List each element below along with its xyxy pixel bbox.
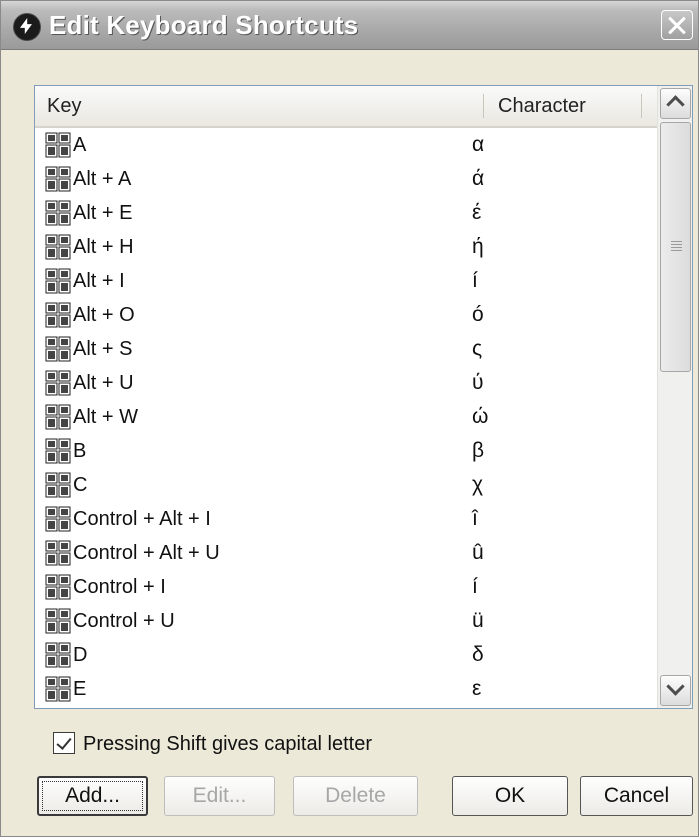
list-item[interactable]: Alt + W ώ: [35, 400, 657, 434]
list-item[interactable]: Alt + I í: [35, 264, 657, 298]
list-item[interactable]: Alt + U ύ: [35, 366, 657, 400]
shortcut-key: A: [73, 134, 87, 156]
keyboard-icon: [45, 370, 71, 396]
keyboard-icon: [45, 336, 71, 362]
column-divider[interactable]: [641, 94, 642, 118]
shortcut-key: Alt + A: [73, 168, 132, 190]
column-divider[interactable]: [483, 94, 484, 118]
keyboard-icon: [45, 574, 71, 600]
add-button[interactable]: Add...: [37, 776, 148, 816]
keyboard-icon: [45, 200, 71, 226]
list-header: Key Character: [35, 86, 657, 128]
window-title: Edit Keyboard Shortcuts: [49, 10, 359, 40]
edit-button[interactable]: Edit...: [164, 776, 275, 816]
keyboard-icon: [45, 268, 71, 294]
keyboard-icon: [45, 404, 71, 430]
column-header-key[interactable]: Key: [47, 86, 81, 126]
shortcut-character: í: [472, 269, 478, 292]
shortcut-key: Alt + S: [73, 338, 133, 360]
shortcut-character: ύ: [472, 371, 484, 394]
keyboard-icon: [45, 676, 71, 702]
shift-capital-checkbox[interactable]: [53, 732, 75, 754]
shortcut-key: Control + Alt + I: [73, 508, 211, 530]
keyboard-icon: [45, 608, 71, 634]
shortcut-key: Control + U: [73, 610, 175, 632]
list-item[interactable]: Dδ: [35, 638, 657, 672]
keyboard-icon: [45, 540, 71, 566]
edit-keyboard-shortcuts-dialog: Edit Keyboard Shortcuts Key Character Aα…: [0, 0, 699, 837]
scroll-up-button[interactable]: [660, 88, 691, 119]
shift-capital-label[interactable]: Pressing Shift gives capital letter: [83, 729, 372, 759]
shortcut-key: Alt + U: [73, 372, 134, 394]
keyboard-icon: [45, 302, 71, 328]
shortcut-key: Alt + I: [73, 270, 125, 292]
shortcut-key: Control + Alt + U: [73, 542, 220, 564]
keyboard-icon: [45, 472, 71, 498]
shortcut-character: î: [472, 507, 478, 530]
keyboard-icon: [45, 438, 71, 464]
shortcut-character: ώ: [472, 405, 489, 428]
list-item[interactable]: Control + Alt + I î: [35, 502, 657, 536]
shortcut-key: C: [73, 474, 88, 496]
list-rows: Aα Alt + Aά Alt + Eέ Alt + Hή Alt + Ií Alt + …: [35, 128, 657, 706]
shortcut-key: E: [73, 678, 87, 700]
list-item[interactable]: Alt + O ó: [35, 298, 657, 332]
shortcut-key: D: [73, 644, 88, 666]
list-item[interactable]: Alt + E έ: [35, 196, 657, 230]
list-item[interactable]: Alt + A ά: [35, 162, 657, 196]
shortcut-key: B: [73, 440, 87, 462]
shortcut-character: ά: [472, 167, 485, 190]
shortcut-character: í: [472, 575, 478, 598]
list-item[interactable]: Alt + S ς: [35, 332, 657, 366]
shortcut-character: ε: [472, 677, 482, 700]
list-item[interactable]: Alt + H ή: [35, 230, 657, 264]
scroll-down-button[interactable]: [660, 675, 691, 706]
keyboard-icon: [45, 132, 71, 158]
shortcut-key: Control + I: [73, 576, 166, 598]
cancel-button[interactable]: Cancel: [580, 776, 693, 816]
shortcut-list[interactable]: Key Character Aα Alt + A ά Alt + E έ Alt + H ή…: [34, 85, 693, 709]
shortcut-key: Alt + E: [73, 202, 133, 224]
keyboard-icon: [45, 234, 71, 260]
keyboard-icon: [45, 506, 71, 532]
shortcut-character: χ: [472, 473, 484, 496]
shortcut-character: ü: [472, 609, 484, 632]
list-item[interactable]: Cχ: [35, 468, 657, 502]
keyboard-icon: [45, 642, 71, 668]
list-item[interactable]: Eε: [35, 672, 657, 706]
list-item[interactable]: Control + I í: [35, 570, 657, 604]
keyboard-icon: [45, 166, 71, 192]
shortcut-key: Alt + W: [73, 406, 139, 428]
list-item[interactable]: Bβ: [35, 434, 657, 468]
shortcut-character: έ: [472, 201, 482, 224]
column-header-character[interactable]: Character: [498, 86, 586, 126]
grip-icon: [671, 241, 682, 253]
shortcut-character: ó: [472, 303, 484, 326]
ok-button[interactable]: OK: [452, 776, 568, 816]
title-bar[interactable]: Edit Keyboard Shortcuts: [1, 1, 698, 50]
list-item[interactable]: Control + U ü: [35, 604, 657, 638]
list-item[interactable]: Aα: [35, 128, 657, 162]
vertical-scrollbar[interactable]: [657, 86, 692, 708]
shortcut-character: ή: [472, 235, 484, 258]
shortcut-character: β: [472, 439, 485, 462]
shortcut-character: δ: [472, 643, 484, 666]
app-logo-icon: [13, 13, 41, 41]
shortcut-character: α: [472, 133, 485, 156]
delete-button[interactable]: Delete: [293, 776, 418, 816]
shortcut-character: û: [472, 541, 484, 564]
list-item[interactable]: Control + Alt + U û: [35, 536, 657, 570]
close-button[interactable]: [661, 10, 693, 40]
shortcut-key: Alt + O: [73, 304, 135, 326]
scroll-thumb[interactable]: [660, 122, 691, 372]
shortcut-key: Alt + H: [73, 236, 134, 258]
shortcut-character: ς: [472, 337, 483, 360]
